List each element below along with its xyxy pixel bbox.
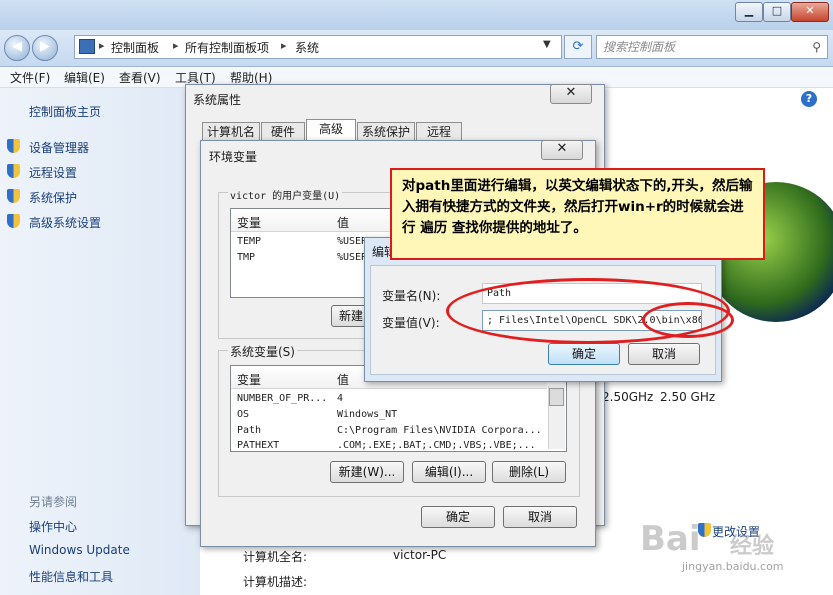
environment-variables-title: 环境变量	[209, 150, 258, 164]
menu-file[interactable]: 文件(F)	[10, 69, 50, 86]
sys-row-value-0[interactable]: 4	[337, 393, 343, 404]
minimize-button[interactable]: ▁	[735, 2, 763, 22]
cpu-speed-1: 2.50GHz	[602, 390, 654, 404]
user-variables-heading: victor 的用户变量(U)	[228, 187, 343, 202]
sys-edit-button[interactable]: 编辑(I)...	[412, 461, 486, 483]
maximize-button[interactable]: □	[763, 2, 791, 22]
close-icon: ✕	[556, 141, 568, 156]
menu-edit[interactable]: 编辑(E)	[64, 69, 105, 86]
breadcrumb-item-1[interactable]: 所有控制面板项	[185, 39, 269, 56]
search-placeholder: 搜索控制面板	[603, 40, 676, 54]
sidebar-item-protection[interactable]: 系统保护	[29, 189, 77, 206]
breadcrumb-item-2[interactable]: 系统	[295, 39, 319, 56]
search-input[interactable]: 搜索控制面板 ⚲	[596, 35, 828, 59]
user-row-name-1[interactable]: TMP	[237, 252, 255, 263]
sys-row-value-3[interactable]: .COM;.EXE;.BAT;.CMD;.VBS;.VBE;...	[337, 440, 536, 450]
sys-row-value-2[interactable]: C:\Program Files\NVIDIA Corpora...	[337, 425, 542, 436]
help-icon[interactable]: ?	[801, 91, 817, 107]
see-also-windows-update[interactable]: Windows Update	[29, 543, 130, 557]
environment-variables-close-button[interactable]: ✕	[541, 140, 583, 160]
address-bar[interactable]: ▸ 控制面板 ▸ 所有控制面板项 ▸ 系统 ▼	[74, 35, 562, 59]
sys-col-variable[interactable]: 变量	[237, 371, 261, 388]
chevron-right-icon: ▸	[99, 39, 105, 52]
forward-button[interactable]: ▶	[32, 35, 58, 61]
search-icon: ⚲	[812, 40, 821, 54]
control-panel-icon	[79, 39, 95, 54]
arrow-left-icon: ◀	[12, 39, 22, 54]
refresh-button[interactable]: ⟳	[564, 35, 592, 59]
shield-icon	[7, 164, 20, 178]
system-properties-title: 系统属性	[193, 93, 242, 107]
system-properties-close-button[interactable]: ✕	[550, 84, 592, 104]
user-row-name-0[interactable]: TEMP	[237, 236, 261, 247]
tab-remote[interactable]: 远程	[416, 122, 462, 141]
tab-hardware[interactable]: 硬件	[261, 122, 305, 141]
tab-computer-name[interactable]: 计算机名	[202, 122, 260, 141]
annotation-callout: 对path里面进行编辑，以英文编辑状态下的,开头，然后输入拥有快捷方式的文件夹，…	[390, 168, 765, 260]
sys-row-value-1[interactable]: Windows_NT	[337, 409, 397, 420]
user-row-value-0[interactable]: %USER	[337, 236, 367, 247]
watermark-brand-cn: 经验	[730, 534, 775, 559]
watermark-brand: Bai	[640, 519, 701, 559]
chevron-right-icon: ▸	[281, 39, 287, 52]
sidebar-item-advanced[interactable]: 高级系统设置	[29, 214, 101, 231]
sys-col-value[interactable]: 值	[337, 371, 349, 388]
user-col-variable[interactable]: 变量	[237, 214, 261, 231]
sidebar-home-link[interactable]: 控制面板主页	[29, 103, 101, 120]
sys-new-button[interactable]: 新建(W)...	[330, 461, 404, 483]
chevron-right-icon: ▸	[173, 39, 179, 52]
menu-view[interactable]: 查看(V)	[119, 69, 161, 86]
sidebar-item-device-manager[interactable]: 设备管理器	[29, 139, 89, 156]
shield-icon	[7, 189, 20, 203]
env-ok-button[interactable]: 确定	[421, 506, 495, 528]
user-row-value-1[interactable]: %USER	[337, 252, 367, 263]
chevron-down-icon[interactable]: ▼	[543, 39, 551, 50]
computer-full-name-label: 计算机全名:	[243, 550, 308, 564]
sys-row-name-0[interactable]: NUMBER_OF_PR...	[237, 393, 327, 404]
close-icon: ✕	[565, 85, 577, 100]
scrollbar-thumb[interactable]	[549, 388, 564, 406]
shield-icon	[7, 214, 20, 228]
sys-row-name-3[interactable]: PATHEXT	[237, 440, 279, 450]
close-window-button[interactable]: ✕	[791, 2, 829, 22]
user-col-value[interactable]: 值	[337, 214, 349, 231]
computer-full-name-value: victor-PC	[393, 548, 447, 562]
tab-system-protection[interactable]: 系统保护	[357, 122, 415, 141]
edit-cancel-button[interactable]: 取消	[628, 343, 700, 365]
back-button[interactable]: ◀	[4, 35, 30, 61]
watermark-url: jingyan.baidu.com	[682, 560, 784, 573]
callout-text: 对path里面进行编辑，以英文编辑状态下的,开头，然后输入拥有快捷方式的文件夹，…	[402, 178, 753, 236]
window-titlebar	[0, 0, 833, 30]
variable-name-label: 变量名(N):	[382, 289, 441, 303]
highlight-ring-value-end	[642, 302, 734, 338]
computer-description-label: 计算机描述:	[243, 575, 308, 589]
shield-icon	[7, 139, 20, 153]
sys-delete-button[interactable]: 删除(L)	[492, 461, 566, 483]
system-variables-heading: 系统变量(S)	[228, 343, 297, 360]
see-also-heading: 另请参阅	[29, 495, 78, 509]
variable-value-label: 变量值(V):	[382, 316, 440, 330]
cpu-speed-2: 2.50 GHz	[660, 390, 716, 404]
sys-row-name-2[interactable]: Path	[237, 425, 261, 436]
tab-advanced[interactable]: 高级	[306, 119, 356, 141]
refresh-icon: ⟳	[572, 39, 584, 54]
see-also-performance[interactable]: 性能信息和工具	[29, 568, 113, 585]
env-cancel-button[interactable]: 取消	[503, 506, 577, 528]
sidebar-item-remote[interactable]: 远程设置	[29, 164, 77, 181]
breadcrumb-item-0[interactable]: 控制面板	[111, 39, 159, 56]
see-also-action-center[interactable]: 操作中心	[29, 518, 77, 535]
edit-ok-button[interactable]: 确定	[548, 343, 620, 365]
arrow-right-icon: ▶	[40, 39, 50, 54]
sys-row-name-1[interactable]: OS	[237, 409, 249, 420]
